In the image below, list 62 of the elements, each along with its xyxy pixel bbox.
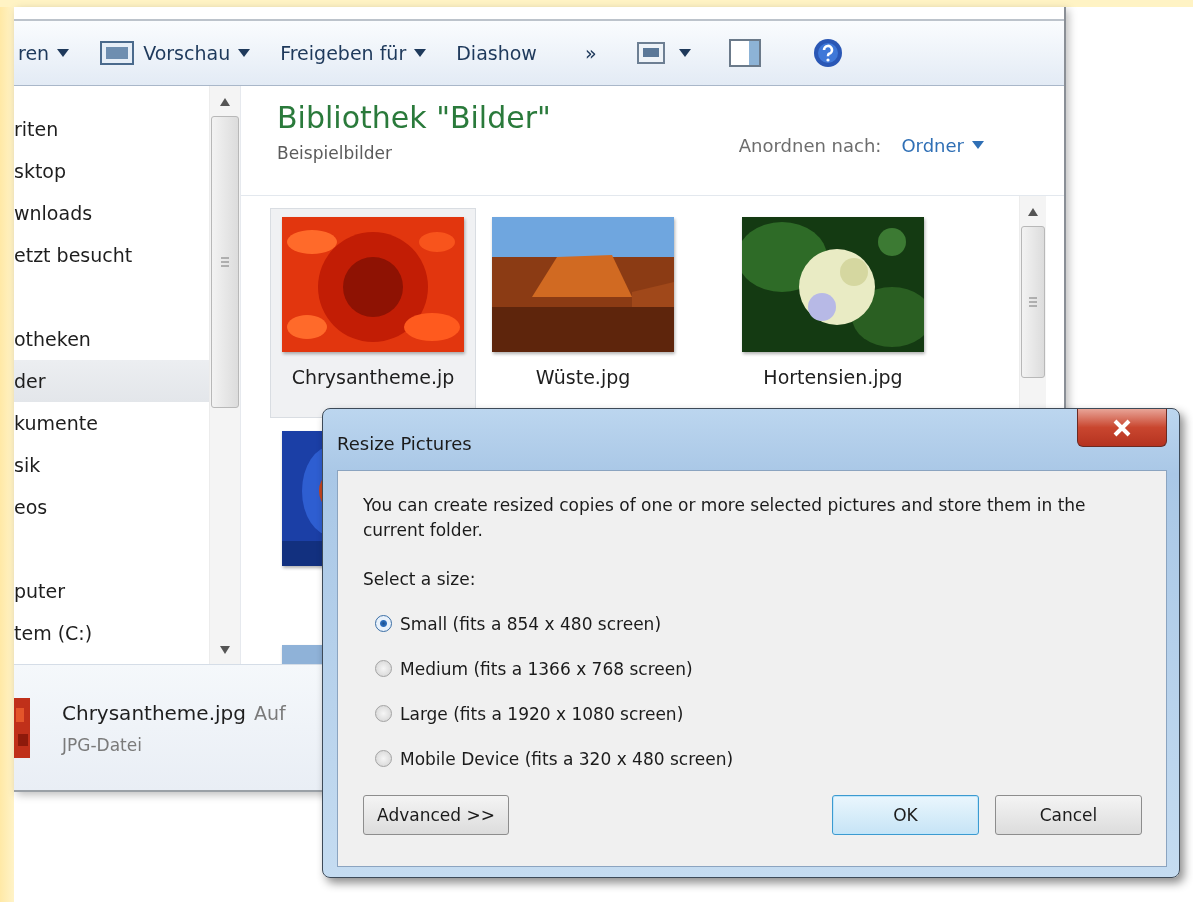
thumbnail-tile[interactable]: Wüste.jpg (480, 208, 686, 418)
arrange-label: Anordnen nach: (738, 134, 882, 156)
dialog-description: You can create resized copies of one or more selected pictures and store them in the current folder. (363, 494, 1087, 542)
grip-icon (1029, 297, 1037, 307)
toolbar-button[interactable]: Diashow (456, 42, 585, 64)
nav-item[interactable]: wnloads (14, 192, 209, 234)
view-icon[interactable] (636, 42, 665, 64)
file-name: Wüste.jpg (535, 366, 631, 388)
thumbnail-tile[interactable]: Hortensien.jpg (730, 208, 936, 418)
scrollbar[interactable] (209, 86, 240, 664)
library-title: Bibliothek "Bilder" (277, 100, 551, 135)
details-label: Auf (253, 701, 286, 724)
file-name: Hortensien.jpg (763, 366, 903, 388)
nav-item[interactable]: etzt besucht (14, 234, 209, 276)
file-name: Chrysantheme.jp (291, 366, 455, 388)
dialog-button[interactable]: OK (832, 795, 979, 835)
size-option[interactable]: Mobile Device (fits a 320 x 480 screen) (375, 736, 1142, 781)
nav-group[interactable]: riten (14, 108, 209, 150)
radio-button[interactable] (375, 615, 392, 632)
advanced-button[interactable]: Advanced >> (363, 795, 509, 835)
scroll-up-icon[interactable] (220, 98, 230, 106)
nav-item[interactable]: kumente (14, 402, 209, 444)
nav-item[interactable]: eos (14, 486, 209, 528)
scroll-thumb[interactable] (211, 116, 239, 408)
radio-button[interactable] (375, 705, 392, 722)
thumbnail-tile[interactable]: Chrysantheme.jp (270, 208, 476, 418)
toolbar-button[interactable]: » (584, 42, 637, 64)
grip-icon (221, 257, 229, 267)
toolbar-menu[interactable]: ren (18, 42, 100, 64)
scroll-thumb[interactable] (1021, 226, 1045, 378)
caret-icon (972, 141, 984, 149)
size-option[interactable]: Large (fits a 1920 x 1080 screen) (375, 691, 1142, 736)
size-option[interactable]: Medium (fits a 1366 x 768 screen) (375, 646, 1142, 691)
nav-item[interactable]: tem (C:) (14, 612, 209, 654)
nav-item[interactable]: sktop (14, 150, 209, 192)
arrange-dropdown[interactable]: Ordner (901, 134, 984, 156)
toolbar-menu[interactable]: Vorschau (99, 40, 281, 66)
preview-pane-icon[interactable] (728, 39, 761, 67)
radio-button[interactable] (375, 750, 392, 767)
nav-group[interactable]: puter (14, 570, 209, 612)
scroll-up-icon[interactable] (1028, 208, 1038, 216)
radio-button[interactable] (375, 660, 392, 677)
nav-item[interactable]: sik (14, 444, 209, 486)
caret-icon (414, 49, 427, 57)
close-button[interactable] (1077, 409, 1167, 447)
scroll-down-icon[interactable] (220, 646, 230, 654)
size-prompt: Select a size: (363, 569, 477, 589)
library-subtitle: Beispielbilder (277, 143, 393, 163)
dialog-button[interactable]: Cancel (995, 795, 1142, 835)
nav-item[interactable]: der (14, 360, 209, 402)
caret-icon (678, 49, 691, 57)
close-icon (1112, 418, 1132, 437)
size-option[interactable]: Small (fits a 854 x 480 screen) (375, 601, 1142, 646)
picture-frame-icon (99, 40, 136, 66)
caret-icon (238, 49, 251, 57)
nav-group[interactable]: otheken (14, 318, 209, 360)
details-file-name: Chrysantheme.jpg (62, 700, 246, 725)
caret-icon (57, 49, 70, 57)
toolbar-menu[interactable]: Freigeben für (280, 42, 457, 64)
details-file-type: JPG-Datei (62, 734, 143, 755)
help-icon[interactable] (812, 38, 843, 68)
dialog-title: Resize Pictures (337, 433, 472, 454)
